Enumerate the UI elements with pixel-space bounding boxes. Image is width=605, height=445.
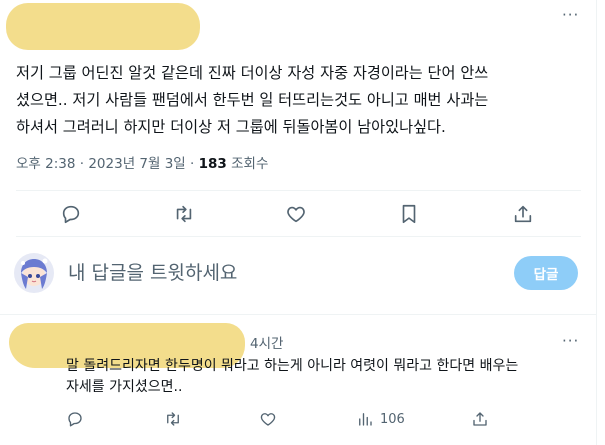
share-icon [473,412,487,426]
reply-input[interactable] [68,258,488,288]
reply-retweet-button[interactable] [164,410,182,428]
bookmark-icon [402,204,416,224]
more-options-button[interactable]: ··· [562,6,579,24]
tweet-text-line: 셨으면.. 저기 사람들 팬덤에서 한두번 일 터뜨리는것도 아니고 매번 사과… [16,91,489,109]
divider [16,190,581,191]
divider [16,236,581,237]
share-button[interactable] [512,203,534,225]
tweet-time: 오후 2:38 [16,156,76,172]
tweet-timestamp-link[interactable]: 오후 2:38 · 2023년 7월 3일 [16,156,186,172]
reply-text-line: 자세를 가지셨으면.. [66,379,183,395]
reply-share-button[interactable] [471,410,489,428]
retweet-icon [176,205,192,223]
reply-text: 말 돌려드리자면 한두명이 뭐라고 하는게 아니라 여렷이 뭐라고 한다면 배우… [66,356,518,398]
like-icon [287,206,305,223]
tweet-date: 2023년 7월 3일 [88,156,186,172]
reply-text-line: 말 돌려드리자면 한두명이 뭐라고 하는게 아니라 여렷이 뭐라고 한다면 배우… [66,358,519,374]
retweet-button[interactable] [173,203,195,225]
reply-reply-button[interactable] [66,410,84,428]
reply-icon [68,412,82,427]
retweet-icon [167,412,179,426]
analytics-icon [359,413,372,426]
redacted-user-name [6,3,200,50]
like-icon [260,413,276,426]
like-button[interactable] [285,203,307,225]
bookmark-button[interactable] [398,203,420,225]
user-avatar[interactable] [14,253,54,293]
reply-button[interactable] [60,203,82,225]
reply-views-count: 106 [380,411,405,427]
meta-separator: · [79,156,85,172]
divider [0,314,597,315]
tweet-text-line: 하셔서 그려러니 하지만 더이상 저 그룹에 뒤돌아봄이 남아있나싶다. [16,118,446,136]
views-count: 183 [198,156,227,172]
share-icon [514,205,532,223]
tweet-text-line: 저기 그룹 어딘진 알것 같은데 진짜 더이상 자성 자중 자경이라는 단어 안… [16,64,489,82]
views-label: 조회수 [231,156,269,172]
meta-separator: · [190,156,195,172]
tweet-text: 저기 그룹 어딘진 알것 같은데 진짜 더이상 자성 자중 자경이라는 단어 안… [16,60,586,141]
reply-timestamp[interactable]: 4시간 [250,332,283,352]
reply-submit-button[interactable]: 답글 [514,256,578,290]
reply-views-button[interactable]: 106 [356,410,405,428]
tweet-meta: 오후 2:38 · 2023년 7월 3일 · 183 조회수 [16,152,268,172]
reply-like-button[interactable] [259,410,277,428]
reply-more-options-button[interactable]: ··· [562,332,579,350]
reply-icon [62,205,80,224]
tweet-detail-panel: ··· 저기 그룹 어딘진 알것 같은데 진짜 더이상 자성 자중 자경이라는 … [0,0,597,445]
